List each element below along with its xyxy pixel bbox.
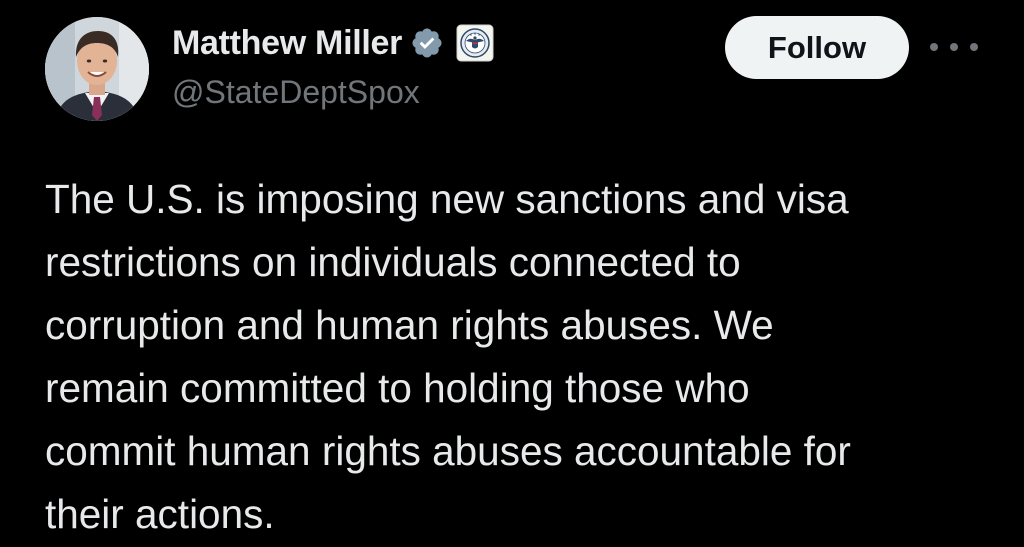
verified-check-icon[interactable] [410, 26, 444, 60]
author-display-name[interactable]: Matthew Miller [172, 24, 402, 63]
follow-button[interactable]: Follow [725, 16, 909, 79]
tweet-text-line: remain committed to holding those who [45, 365, 750, 411]
tweet-text-line: The U.S. is imposing new sanctions and v… [45, 176, 849, 222]
tweet-text-line: corruption and human rights abuses. We [45, 302, 774, 348]
avatar-photo [45, 17, 149, 121]
more-dot [950, 43, 958, 51]
tweet-card: Matthew Miller @StateDeptSpox Follow The… [0, 0, 1024, 547]
tweet-text: The U.S. is imposing new sanctions and v… [45, 168, 1005, 546]
tweet-text-line: their actions. [45, 491, 275, 537]
more-dot [930, 43, 938, 51]
tweet-text-line: commit human rights abuses accountable f… [45, 428, 851, 474]
author-name-row: Matthew Miller [172, 20, 494, 66]
avatar[interactable] [45, 17, 149, 121]
more-options-icon[interactable] [930, 34, 978, 60]
us-state-department-seal-icon[interactable] [456, 24, 494, 62]
more-dot [970, 43, 978, 51]
tweet-text-line: restrictions on individuals connected to [45, 239, 741, 285]
author-handle[interactable]: @StateDeptSpox [172, 74, 420, 111]
